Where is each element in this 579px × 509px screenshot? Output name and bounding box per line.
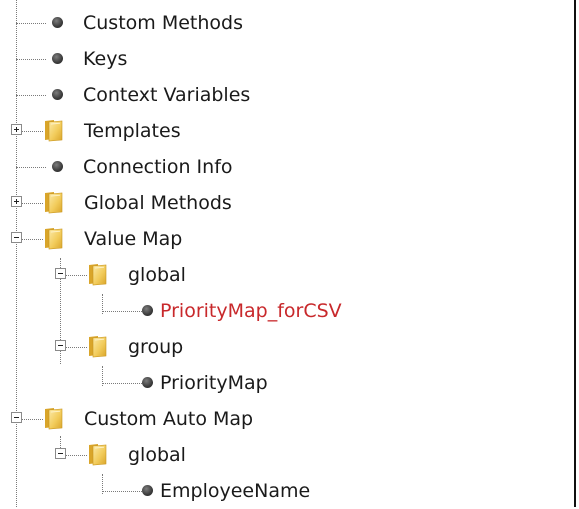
tree-panel: Custom Methods Keys Context Variables Templ… — [0, 0, 576, 507]
tree-folder-node[interactable]: group — [0, 329, 560, 365]
tree-node-label: EmployeeName — [160, 480, 311, 502]
bullet-dot-icon — [142, 485, 153, 496]
folder-icon — [42, 406, 66, 430]
tree-node-label: Value Map — [84, 228, 183, 250]
folder-icon — [86, 334, 110, 358]
tree-node-label: Context Variables — [83, 84, 251, 106]
bullet-dot-icon — [52, 89, 63, 100]
bullet-dot-icon — [52, 53, 63, 64]
collapse-minus-icon[interactable] — [55, 340, 66, 351]
tree-node-label: global — [128, 444, 186, 466]
tree-connector-line — [21, 131, 43, 132]
tree-leaf-node[interactable]: PriorityMap — [0, 365, 560, 401]
collapse-minus-icon[interactable] — [55, 268, 66, 279]
collapse-minus-icon[interactable] — [11, 232, 22, 243]
tree-leaf-node[interactable]: Keys — [0, 41, 560, 77]
expand-plus-icon[interactable] — [11, 196, 22, 207]
tree-leaf-node[interactable]: Custom Methods — [0, 5, 560, 41]
bullet-dot-icon — [142, 305, 153, 316]
tree-node-label: Custom Methods — [83, 12, 243, 34]
tree-folder-node[interactable]: Value Map — [0, 221, 560, 257]
tree-node-label: Global Methods — [84, 192, 232, 214]
tree-connector-line — [16, 95, 46, 96]
tree-connector-line — [21, 239, 43, 240]
tree-node-label: Connection Info — [83, 156, 233, 178]
tree-leaf-node[interactable]: Context Variables — [0, 77, 560, 113]
expand-plus-icon[interactable] — [11, 124, 22, 135]
tree-connector-line — [102, 383, 142, 384]
tree-node-label: PriorityMap_forCSV — [160, 300, 342, 322]
tree-node-label: group — [128, 336, 184, 358]
tree-connector-line — [16, 167, 46, 168]
tree-folder-node[interactable]: global — [0, 437, 560, 473]
folder-icon — [42, 190, 66, 214]
tree-leaf-node[interactable]: PriorityMap_forCSV — [0, 293, 560, 329]
tree-connector-line — [65, 347, 87, 348]
folder-icon — [42, 226, 66, 250]
tree-node-label: Templates — [84, 120, 181, 142]
bullet-dot-icon — [52, 161, 63, 172]
collapse-minus-icon[interactable] — [11, 412, 22, 423]
tree-connector-line — [102, 311, 142, 312]
bullet-dot-icon — [142, 377, 153, 388]
tree-node-label: Custom Auto Map — [84, 408, 254, 430]
folder-icon — [86, 442, 110, 466]
tree-connector-line — [21, 419, 43, 420]
folder-icon — [42, 118, 66, 142]
folder-icon — [86, 262, 110, 286]
tree-folder-node[interactable]: Global Methods — [0, 185, 560, 221]
tree-connector-line — [65, 275, 87, 276]
tree-connector-line — [16, 59, 46, 60]
tree-leaf-node[interactable]: EmployeeName — [0, 473, 560, 509]
tree-folder-node[interactable]: Custom Auto Map — [0, 401, 560, 437]
tree-node-label: global — [128, 264, 186, 286]
tree-node-label: Keys — [83, 48, 128, 70]
tree-node-label: PriorityMap — [160, 372, 268, 394]
tree-connector-line — [21, 203, 43, 204]
collapse-minus-icon[interactable] — [55, 448, 66, 459]
bullet-dot-icon — [52, 17, 63, 28]
tree-connector-line — [16, 23, 46, 24]
tree-folder-node[interactable]: global — [0, 257, 560, 293]
tree-connector-line — [65, 455, 87, 456]
tree-connector-line — [102, 491, 142, 492]
tree-leaf-node[interactable]: Connection Info — [0, 149, 560, 185]
tree-folder-node[interactable]: Templates — [0, 113, 560, 149]
